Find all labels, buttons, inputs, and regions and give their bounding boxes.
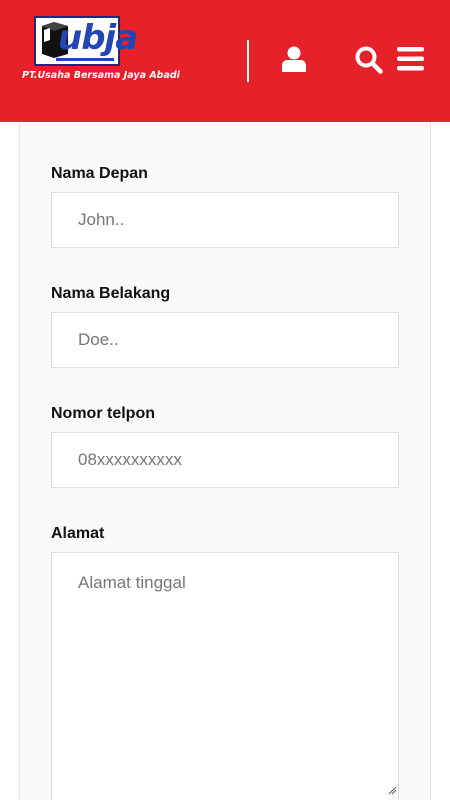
- first-name-input[interactable]: [51, 192, 399, 248]
- phone-input[interactable]: [51, 432, 399, 488]
- company-logo[interactable]: ubja PT.Usaha Bersama Jaya Abadi: [22, 14, 180, 88]
- header-divider: [247, 40, 249, 82]
- logo-wordmark: ubja: [58, 18, 138, 58]
- phone-label: Nomor telpon: [51, 405, 155, 422]
- last-name-label: Nama Belakang: [51, 285, 171, 302]
- logo-tagline: PT.Usaha Bersama Jaya Abadi: [22, 70, 180, 81]
- search-icon[interactable]: [355, 46, 383, 74]
- last-name-input[interactable]: [51, 312, 399, 368]
- address-textarea[interactable]: [51, 552, 399, 800]
- resize-grip-icon[interactable]: [387, 785, 397, 795]
- user-icon[interactable]: [282, 46, 306, 72]
- address-label: Alamat: [51, 525, 105, 542]
- app-header: ubja PT.Usaha Bersama Jaya Abadi: [0, 0, 450, 122]
- first-name-label: Nama Depan: [51, 165, 148, 182]
- logo-underline: [56, 58, 114, 61]
- menu-icon[interactable]: [397, 47, 424, 71]
